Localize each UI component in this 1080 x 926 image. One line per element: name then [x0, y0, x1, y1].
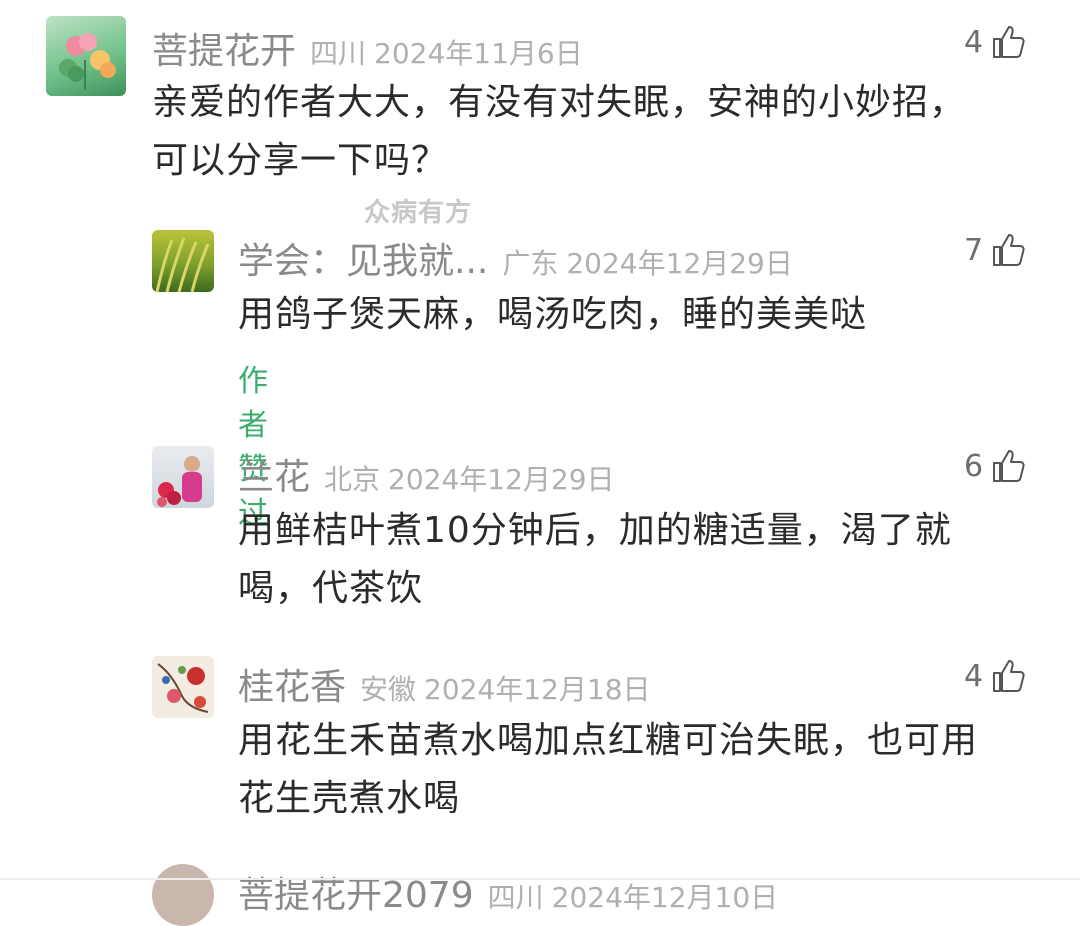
- comment-text: 亲爱的作者大大，有没有对失眠，安神的小妙招， 可以分享一下吗？: [152, 74, 1052, 190]
- thumbs-up-icon: [993, 660, 1025, 692]
- like-count: 6: [964, 448, 984, 484]
- comment-text: 用鸽子煲天麻，喝汤吃肉，睡的美美哒: [238, 286, 1058, 344]
- comment-text-line: 用花生禾苗煮水喝加点红糖可治失眠，也可用: [238, 720, 979, 761]
- like-count: 4: [964, 24, 984, 60]
- comment-text-line: 可以分享一下吗？: [152, 140, 449, 181]
- username[interactable]: 菩提花开2079: [238, 875, 474, 916]
- username[interactable]: 学会：见我就...: [238, 241, 488, 282]
- rice-field-avatar-image: [155, 237, 210, 292]
- comment-date: 2024年11月6日: [374, 37, 583, 70]
- region-label: 安徽: [360, 673, 417, 706]
- region-label: 广东: [502, 247, 559, 280]
- clover-flower-avatar-image: [59, 33, 116, 90]
- username[interactable]: 兰花: [238, 457, 310, 498]
- flower-painting-avatar-image: [157, 663, 209, 713]
- like-button[interactable]: 4: [964, 24, 1027, 60]
- like-button[interactable]: 6: [964, 448, 1027, 484]
- username[interactable]: 菩提花开: [152, 31, 296, 72]
- avatar[interactable]: [152, 656, 214, 718]
- comment-text-line: 亲爱的作者大大，有没有对失眠，安神的小妙招，: [152, 82, 967, 123]
- comment-date: 2024年12月29日: [388, 463, 615, 496]
- thumbs-up-icon: [993, 450, 1025, 482]
- person-flowers-avatar-image: [157, 456, 202, 507]
- watermark: 众病有方: [364, 198, 473, 228]
- thumbs-up-icon: [993, 234, 1025, 266]
- comment-text-line: 用鸽子煲天麻，喝汤吃肉，睡的美美哒: [238, 294, 868, 335]
- thumbs-up-icon: [993, 26, 1025, 58]
- username[interactable]: 桂花香: [238, 667, 346, 708]
- like-button[interactable]: 4: [964, 658, 1027, 694]
- avatar[interactable]: [46, 16, 126, 96]
- divider: [0, 878, 1080, 880]
- comment-date: 2024年12月29日: [566, 247, 793, 280]
- comment-date: 2024年12月18日: [424, 673, 651, 706]
- region-label: 四川: [310, 37, 367, 70]
- comment-text-line: 用鲜桔叶煮10分钟后，加的糖适量，渴了就: [238, 510, 952, 551]
- avatar[interactable]: [152, 446, 214, 508]
- like-count: 4: [964, 658, 984, 694]
- avatar[interactable]: [152, 230, 214, 292]
- comment-text: 用鲜桔叶煮10分钟后，加的糖适量，渴了就 喝，代茶饮: [238, 502, 1058, 618]
- region-label: 北京: [324, 463, 381, 496]
- comment-text-line: 喝，代茶饮: [238, 568, 424, 609]
- like-button[interactable]: 7: [964, 232, 1027, 268]
- comment-text: 用花生禾苗煮水喝加点红糖可治失眠，也可用 花生壳煮水喝: [238, 712, 1058, 828]
- avatar[interactable]: [152, 864, 214, 926]
- comment-text-line: 花生壳煮水喝: [238, 778, 461, 819]
- like-count: 7: [964, 232, 984, 268]
